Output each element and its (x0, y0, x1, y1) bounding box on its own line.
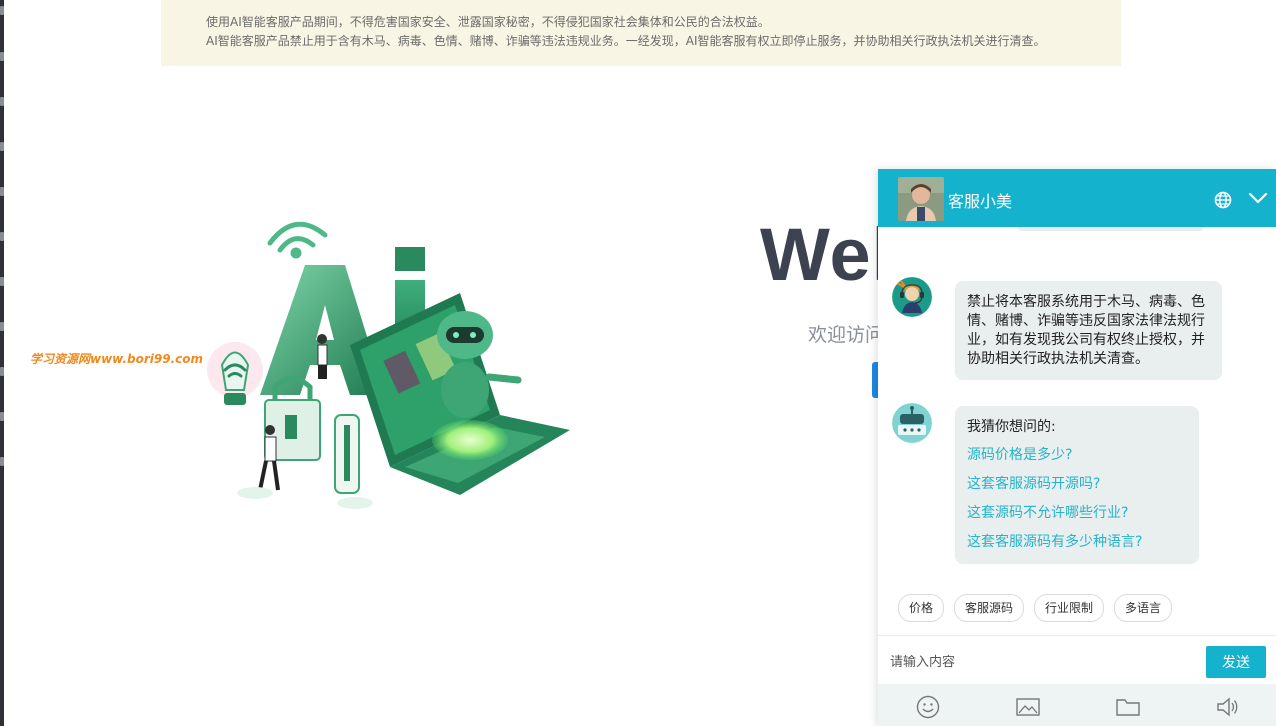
previous-message-edge (1018, 227, 1204, 231)
quick-tag-price[interactable]: 价格 (898, 594, 944, 622)
quick-tag-language[interactable]: 多语言 (1114, 594, 1172, 622)
bot-message-avatar (892, 403, 932, 443)
folder-icon[interactable] (1115, 694, 1141, 720)
wifi-icon (267, 221, 328, 259)
agent-message-bubble: 禁止将本客服系统用于木马、病毒、色情、赌博、诈骗等违反国家法律法规行业，如有发现… (955, 281, 1222, 380)
agent-avatar (898, 177, 944, 221)
suggested-question-languages[interactable]: 这套客服源码有多少种语言? (967, 533, 1187, 552)
emoji-icon[interactable] (915, 694, 941, 720)
suggested-question-open-source[interactable]: 这套客服源码开源吗? (967, 475, 1187, 494)
message-list[interactable]: 禁止将本客服系统用于木马、病毒、色情、赌博、诈骗等违反国家法律法规行业，如有发现… (878, 227, 1276, 635)
notice-line-1: 使用AI智能客服产品期间，不得危害国家安全、泄露国家秘密，不得侵犯国家社会集体和… (206, 15, 770, 29)
chat-input-row: 发送 (878, 635, 1276, 685)
agent-message-avatar (892, 277, 932, 317)
watermark-text: 学习资源网www.bori99.com (30, 352, 204, 366)
speaker-icon[interactable] (1215, 694, 1241, 720)
message-text: 禁止将本客服系统用于木马、病毒、色情、赌博、诈骗等违反国家法律法规行业，如有发现… (967, 294, 1205, 367)
suggested-questions-bubble: 我猜你想问的: 源码价格是多少? 这套客服源码开源吗? 这套源码不允许哪些行业?… (955, 406, 1199, 564)
quick-tag-industry[interactable]: 行业限制 (1034, 594, 1104, 622)
legal-notice-banner: 使用AI智能客服产品期间，不得危害国家安全、泄露国家秘密，不得侵犯国家社会集体和… (161, 0, 1121, 66)
send-button[interactable]: 发送 (1206, 646, 1266, 678)
suggestions-lead: 我猜你想问的: (967, 419, 1056, 435)
welcome-subtitle: 欢迎访问 (808, 324, 885, 346)
chat-header: 客服小美 (878, 169, 1276, 227)
quick-tag-source[interactable]: 客服源码 (954, 594, 1024, 622)
suggested-question-industries[interactable]: 这套源码不允许哪些行业? (967, 504, 1187, 523)
chat-toolbar (878, 684, 1276, 726)
agent-name: 客服小美 (948, 192, 1013, 211)
chevron-down-icon[interactable] (1248, 189, 1268, 207)
chat-widget: 客服小美 禁止将本客服系统用于木马、病毒、色情、赌博、诈骗等违反国家法律法规行业… (878, 169, 1276, 726)
globe-icon[interactable] (1214, 191, 1232, 209)
left-sidebar-strip (0, 0, 4, 726)
notice-line-2: AI智能客服产品禁止用于含有木马、病毒、色情、赌博、诈骗等违法违规业务。一经发现… (206, 34, 1046, 48)
suggested-question-price[interactable]: 源码价格是多少? (967, 446, 1187, 465)
ai-illustration (207, 221, 570, 509)
chat-input[interactable] (888, 646, 1202, 678)
welcome-title: Wel (760, 213, 894, 296)
image-icon[interactable] (1015, 694, 1041, 720)
